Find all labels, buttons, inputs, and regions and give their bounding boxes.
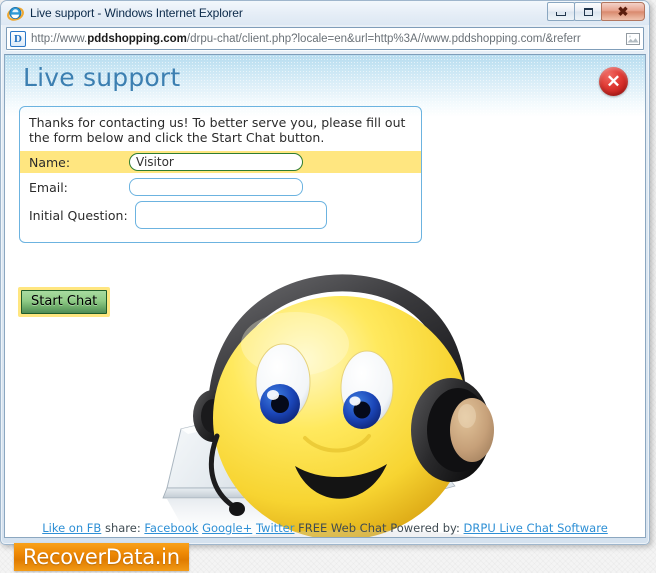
initial-question-input[interactable] xyxy=(135,201,327,229)
powered-label: FREE Web Chat Powered by: xyxy=(294,521,464,535)
start-chat-button[interactable]: Start Chat xyxy=(21,290,108,314)
support-illustration xyxy=(155,270,645,537)
window-controls: ✖ xyxy=(547,2,645,21)
close-chat-icon: ✕ xyxy=(606,72,621,91)
email-input[interactable] xyxy=(129,178,303,196)
name-label: Name: xyxy=(29,154,71,170)
close-chat-button[interactable]: ✕ xyxy=(599,67,628,96)
close-icon: ✖ xyxy=(617,4,629,19)
url-prefix: http://www. xyxy=(31,32,88,45)
minimize-button[interactable] xyxy=(547,2,575,21)
email-label: Email: xyxy=(29,179,68,195)
name-input[interactable] xyxy=(129,153,303,171)
window-titlebar: Live support - Windows Internet Explorer… xyxy=(1,1,649,25)
url-host: pddshopping.com xyxy=(87,32,187,45)
maximize-button[interactable] xyxy=(574,2,602,21)
share-label: share: xyxy=(101,521,145,535)
like-on-fb-link[interactable]: Like on FB xyxy=(42,521,101,535)
email-field-row: Email: xyxy=(29,176,412,198)
facebook-link[interactable]: Facebook xyxy=(144,521,198,535)
close-button[interactable]: ✖ xyxy=(601,2,645,21)
initial-question-label: Initial Question: xyxy=(29,207,128,223)
recoverdata-banner: RecoverData.in xyxy=(14,543,189,571)
google-plus-link[interactable]: Google+ xyxy=(202,521,252,535)
window-title: Live support - Windows Internet Explorer xyxy=(30,6,243,20)
page-properties-icon[interactable] xyxy=(625,31,641,47)
url-text[interactable]: http://www.pddshopping.com/drpu-chat/cli… xyxy=(31,33,622,45)
url-suffix: /drpu-chat/client.php?locale=en&url=http… xyxy=(186,32,581,45)
recoverdata-banner-text: RecoverData.in xyxy=(23,545,180,569)
name-field-row: Name: xyxy=(20,151,421,173)
desktop-background: Live support - Windows Internet Explorer… xyxy=(0,0,656,573)
internet-explorer-window: Live support - Windows Internet Explorer… xyxy=(0,0,650,545)
drpu-live-chat-software-link[interactable]: DRPU Live Chat Software xyxy=(464,521,608,535)
headset-right-cup xyxy=(411,378,494,482)
internet-explorer-icon xyxy=(7,5,24,22)
browser-viewport: Live support ✕ Thanks for contacting us!… xyxy=(4,54,646,538)
address-bar-row: D http://www.pddshopping.com/drpu-chat/c… xyxy=(1,25,649,54)
chat-form-panel: Thanks for contacting us! To better serv… xyxy=(19,106,422,243)
twitter-link[interactable]: Twitter xyxy=(256,521,295,535)
start-chat-button-wrapper: Start Chat xyxy=(18,287,111,317)
site-favicon-icon: D xyxy=(10,30,26,47)
intro-text: Thanks for contacting us! To better serv… xyxy=(29,115,406,145)
page-title: Live support xyxy=(23,63,181,92)
initial-question-field-row: Initial Question: xyxy=(29,201,412,229)
footer-links: Like on FB share: Facebook Google+ Twitt… xyxy=(5,521,645,535)
minimize-icon xyxy=(556,11,566,16)
maximize-icon xyxy=(583,7,593,16)
address-bar[interactable]: D http://www.pddshopping.com/drpu-chat/c… xyxy=(6,27,644,50)
live-support-page: Live support ✕ Thanks for contacting us!… xyxy=(5,55,645,537)
